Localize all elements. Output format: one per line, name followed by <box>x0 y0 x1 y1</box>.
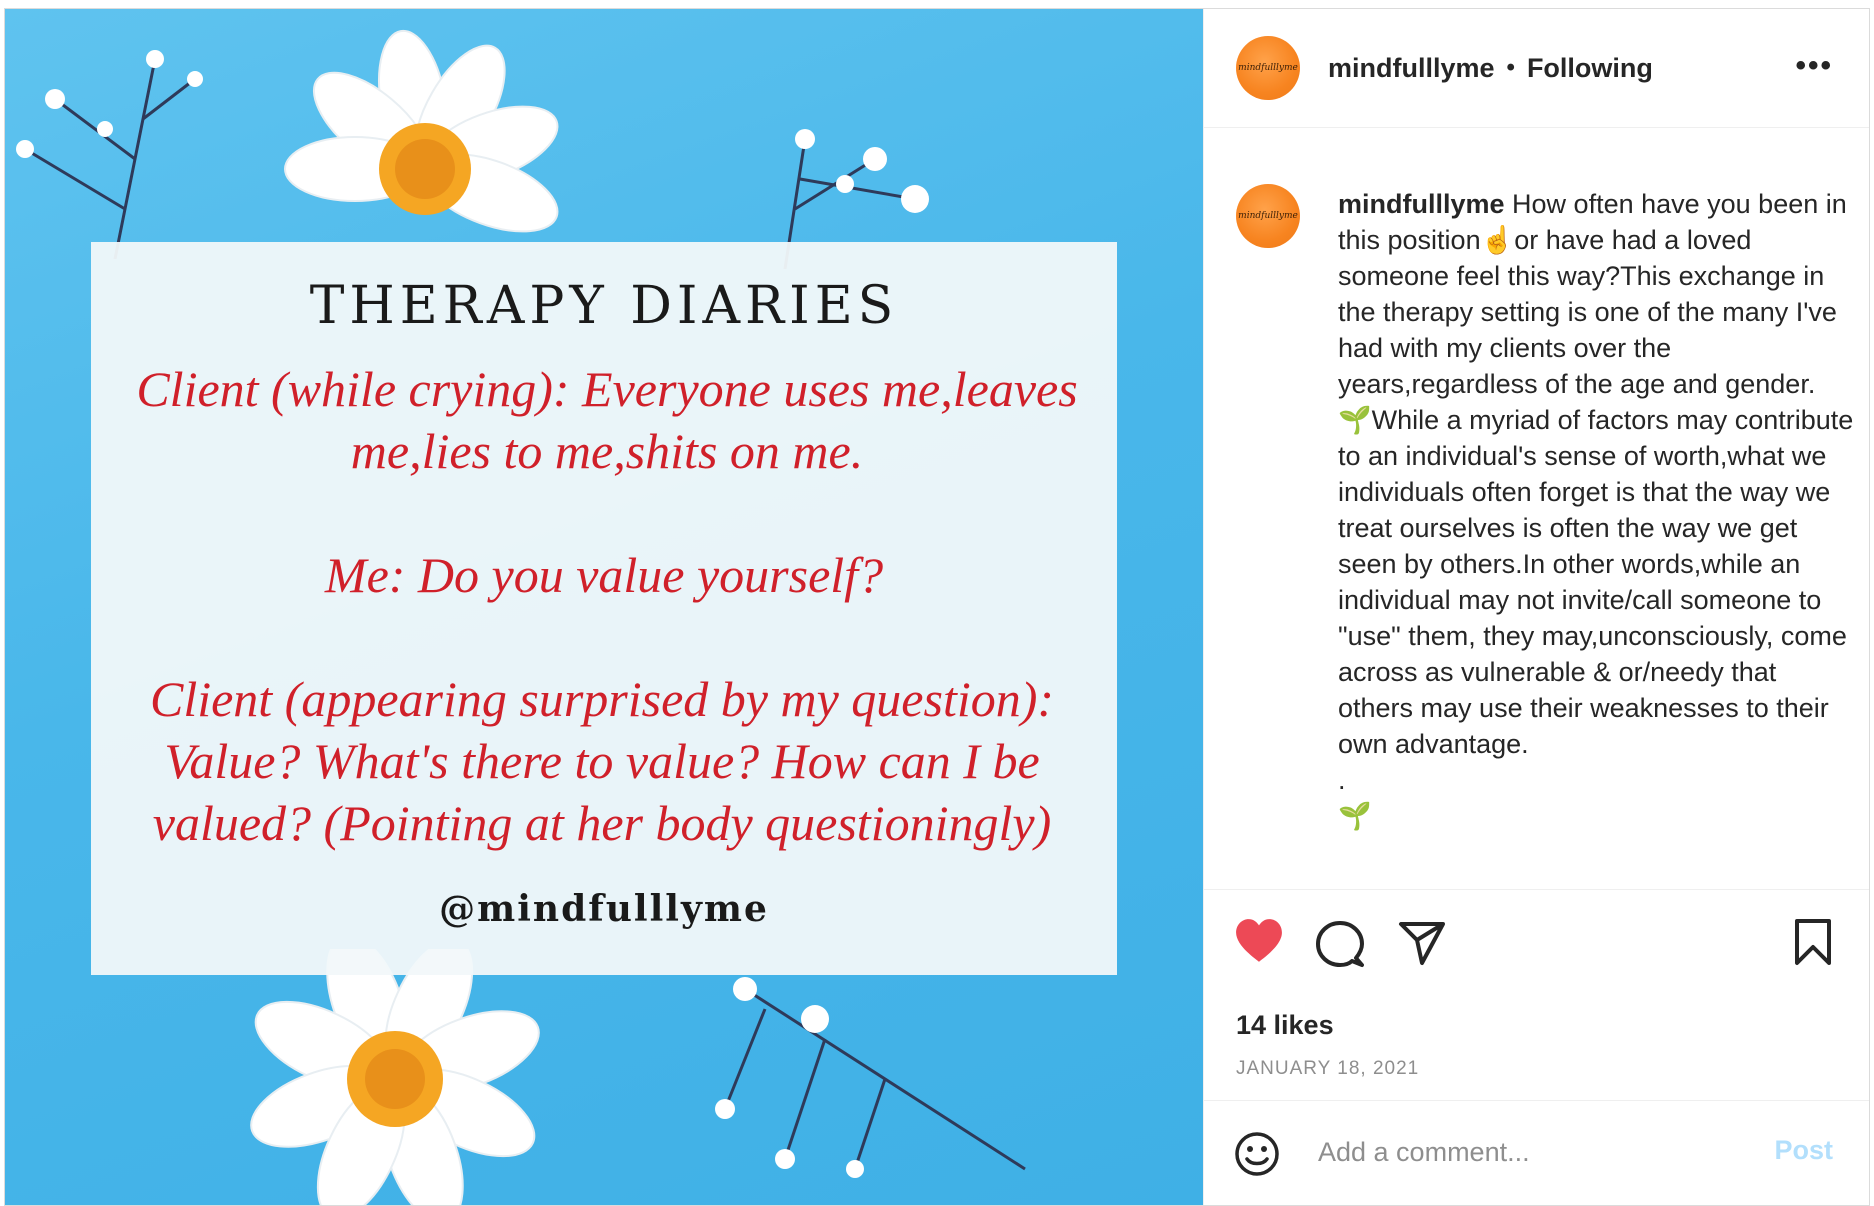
caption-body: How often have you been in this position… <box>1338 189 1854 831</box>
card-handle: @mindfulllyme <box>439 888 769 930</box>
header-username[interactable]: mindfulllyme <box>1328 53 1495 84</box>
paper-plane-icon[interactable] <box>1398 920 1446 966</box>
caption-avatar[interactable]: mindfulllyme <box>1236 184 1300 248</box>
actions-section: 14 likes JANUARY 18, 2021 <box>1204 889 1869 1114</box>
comment-input[interactable] <box>1316 1129 1760 1175</box>
comment-bar: Post <box>1204 1100 1869 1205</box>
quote-client-2: Client (appearing surprised by my questi… <box>149 671 1055 851</box>
bookmark-icon[interactable] <box>1793 918 1833 966</box>
like-count[interactable]: 14 likes <box>1236 1010 1334 1041</box>
caption-text: mindfulllyme How often have you been in … <box>1338 186 1858 834</box>
post-header: mindfulllyme mindfulllyme • Following ••… <box>1204 9 1869 128</box>
post-date[interactable]: JANUARY 18, 2021 <box>1236 1058 1419 1080</box>
avatar-logo-text: mindfulllyme <box>1238 63 1298 73</box>
caption-section[interactable]: mindfulllyme mindfulllyme How often have… <box>1204 128 1869 888</box>
card-title: THERAPY DIARIES <box>309 276 899 336</box>
following-button[interactable]: Following <box>1527 53 1653 84</box>
post-comment-button[interactable]: Post <box>1774 1135 1833 1166</box>
post-side-panel: mindfulllyme mindfulllyme • Following ••… <box>1203 9 1869 1205</box>
baby-breath-left-decoration <box>16 50 203 259</box>
post-image[interactable]: THERAPY DIARIES Client (while crying): E… <box>5 9 1203 1205</box>
quote-client-1: Client (while crying): Everyone uses me,… <box>136 361 1078 479</box>
quote-therapist: Me: Do you value yourself? <box>324 547 884 603</box>
more-horizontal-icon[interactable]: ••• <box>1795 49 1833 83</box>
header-separator: • <box>1506 54 1515 81</box>
daisy-bottom-decoration <box>250 949 540 1205</box>
avatar[interactable]: mindfulllyme <box>1236 36 1300 100</box>
post-modal: THERAPY DIARIES Client (while crying): E… <box>4 8 1870 1206</box>
smiley-icon[interactable] <box>1234 1131 1280 1177</box>
caption-username[interactable]: mindfulllyme <box>1338 189 1505 219</box>
caption-avatar-logo-text: mindfulllyme <box>1238 211 1298 221</box>
baby-breath-bottom-decoration <box>715 977 1026 1178</box>
comment-bubble-icon[interactable] <box>1316 920 1364 968</box>
heart-filled-icon[interactable] <box>1234 918 1284 964</box>
quote-card: THERAPY DIARIES Client (while crying): E… <box>91 242 1117 975</box>
